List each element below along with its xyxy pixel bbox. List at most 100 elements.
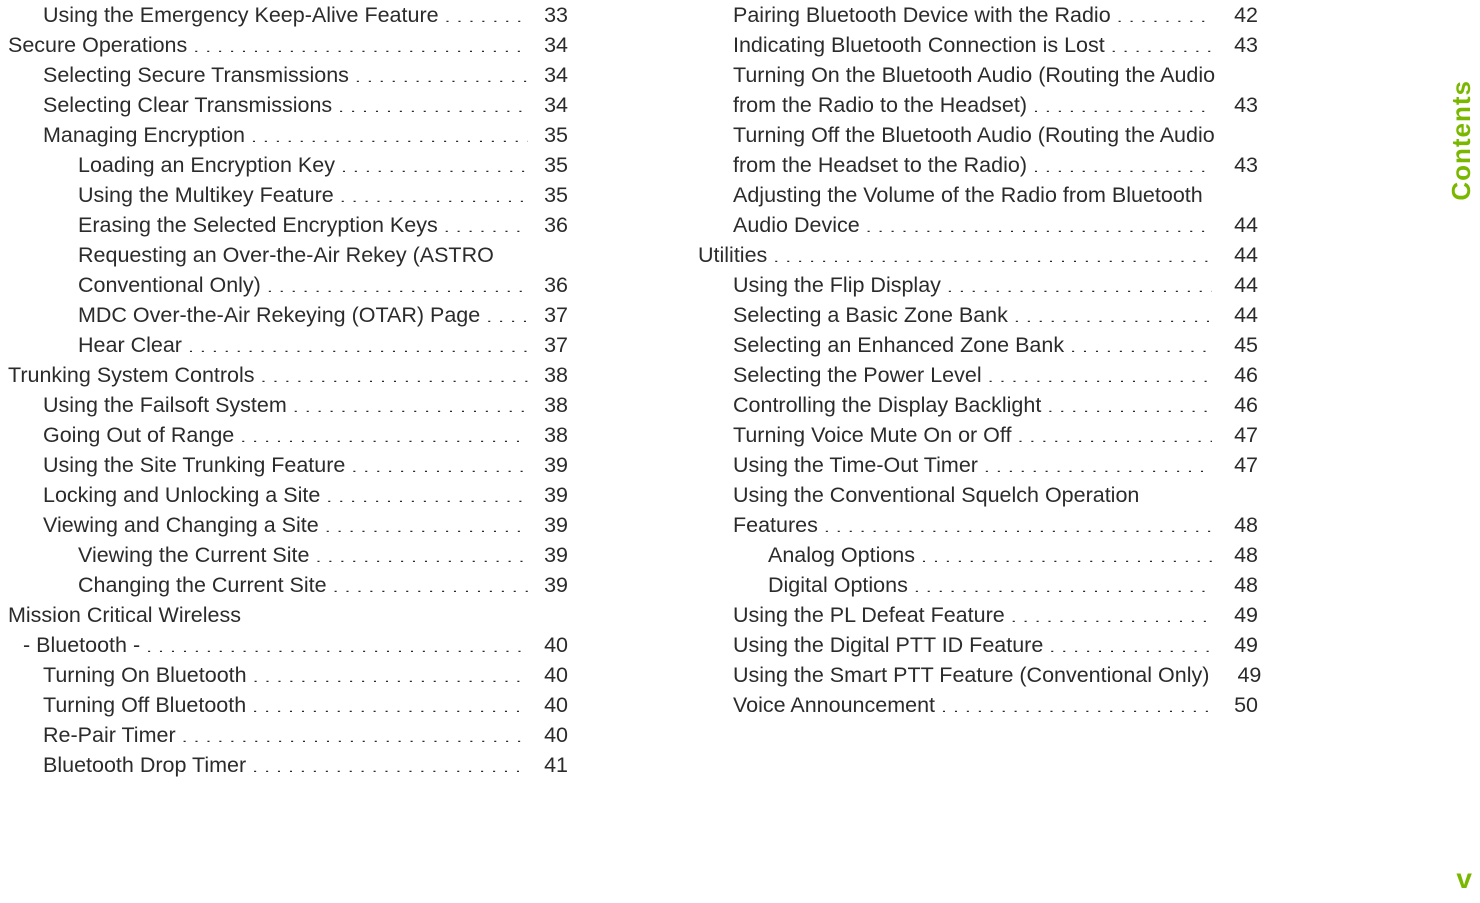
toc-column-left: Using the Emergency Keep-Alive Feature 3… [8, 0, 648, 780]
toc-entry: Viewing and Changing a Site 39 [8, 510, 568, 540]
toc-leader-dots [315, 541, 528, 563]
toc-entry-page: 42 [1218, 0, 1258, 30]
toc-leader-dots [773, 241, 1212, 263]
toc-entry: Using the Failsoft System 38 [8, 390, 568, 420]
toc-entry-page: 36 [534, 270, 568, 300]
toc-entry: Using the Digital PTT ID Feature 49 [698, 630, 1258, 660]
toc-leader-dots [1033, 91, 1212, 113]
toc-entry-title: Utilities [698, 240, 767, 270]
toc-leader-dots [293, 391, 528, 413]
toc-entry: Selecting the Power Level 46 [698, 360, 1258, 390]
toc-entry-title: Viewing the Current Site [78, 540, 309, 570]
toc-leader-dots [193, 31, 528, 53]
toc-entry-page: 46 [1218, 390, 1258, 420]
toc-entry: Using the Smart PTT Feature (Conventiona… [698, 660, 1258, 690]
toc-entry: Loading an Encryption Key 35 [8, 150, 568, 180]
toc-leader-dots [1033, 151, 1212, 173]
toc-entry-title: Requesting an Over-the-Air Rekey (ASTRO [78, 243, 494, 267]
toc-entry: Secure Operations 34 [8, 30, 568, 60]
toc-entry-page: 48 [1218, 510, 1258, 540]
toc-entry-title: Using the Multikey Feature [78, 180, 334, 210]
toc-entry-page: 48 [1218, 540, 1258, 570]
toc-leader-dots [240, 421, 528, 443]
toc-entry-title: Voice Announcement [733, 690, 935, 720]
toc-entry-page: 40 [534, 720, 568, 750]
toc-entry-title: Using the Emergency Keep-Alive Feature [43, 0, 439, 30]
toc-entry: Managing Encryption 35 [8, 120, 568, 150]
toc-entry-title: Analog Options [768, 540, 915, 570]
toc-entry-title: Using the Failsoft System [43, 390, 287, 420]
toc-entry: Re-Pair Timer 40 [8, 720, 568, 750]
page-number: v [1456, 863, 1472, 895]
toc-entry-title: Using the Flip Display [733, 270, 941, 300]
toc-column-right: Pairing Bluetooth Device with the Radio … [698, 0, 1338, 780]
toc-entry-title: Conventional Only) [78, 270, 261, 300]
toc-entry-title: Features [733, 510, 818, 540]
toc-entry: Changing the Current Site 39 [8, 570, 568, 600]
toc-entry: Going Out of Range 38 [8, 420, 568, 450]
toc-entry: Using the Time-Out Timer 47 [698, 450, 1258, 480]
toc-entry-title: Using the Site Trunking Feature [43, 450, 345, 480]
toc-entry-title: Managing Encryption [43, 120, 245, 150]
toc-entry-title: Turning Off Bluetooth [43, 690, 246, 720]
toc-wrap-line: Mission Critical Wireless [8, 600, 568, 630]
toc-entry-title: Turning On Bluetooth [43, 660, 247, 690]
toc-entry-page: 37 [534, 300, 568, 330]
toc-entry: Voice Announcement 50 [698, 690, 1258, 720]
toc-entry: Indicating Bluetooth Connection is Lost … [698, 30, 1258, 60]
toc-wrap-line: Turning On the Bluetooth Audio (Routing … [698, 60, 1258, 90]
toc-leader-dots [921, 541, 1212, 563]
toc-entry-title: Adjusting the Volume of the Radio from B… [733, 183, 1203, 207]
side-tab: Contents [1438, 0, 1480, 903]
toc-entry: Selecting Secure Transmissions 34 [8, 60, 568, 90]
toc-entry-page: 39 [534, 480, 568, 510]
toc-leader-dots [326, 481, 528, 503]
toc-entry: from the Radio to the Headset) 43 [698, 90, 1258, 120]
toc-entry-title: MDC Over-the-Air Rekeying (OTAR) Page [78, 300, 480, 330]
toc-entry-page: 46 [1218, 360, 1258, 390]
toc-leader-dots [1049, 631, 1212, 653]
toc-entry-page: 39 [534, 510, 568, 540]
toc-leader-dots [261, 361, 528, 383]
toc-entry-page: 44 [1218, 240, 1258, 270]
toc-entry: Utilities 44 [698, 240, 1258, 270]
toc-leader-dots [338, 91, 528, 113]
toc-leader-dots [182, 721, 528, 743]
toc-entry-page: 49 [1218, 630, 1258, 660]
toc-entry-title: Turning Off the Bluetooth Audio (Routing… [733, 123, 1215, 147]
toc-entry-page: 39 [534, 450, 568, 480]
toc-leader-dots [252, 751, 528, 773]
toc-leader-dots [1011, 601, 1212, 623]
toc-leader-dots [941, 691, 1212, 713]
toc-entry: Hear Clear 37 [8, 330, 568, 360]
toc-entry-title: Using the Smart PTT Feature (Conventiona… [733, 660, 1209, 690]
toc-entry: Selecting Clear Transmissions 34 [8, 90, 568, 120]
toc-entry: Using the PL Defeat Feature 49 [698, 600, 1258, 630]
toc-entry-page: 39 [534, 570, 568, 600]
toc-leader-dots [1117, 1, 1212, 23]
toc-entry-page: 36 [534, 210, 568, 240]
toc-entry: MDC Over-the-Air Rekeying (OTAR) Page 37 [8, 300, 568, 330]
toc-wrap-line: Adjusting the Volume of the Radio from B… [698, 180, 1258, 210]
toc-columns: Using the Emergency Keep-Alive Feature 3… [0, 0, 1480, 780]
toc-entry-title: Digital Options [768, 570, 908, 600]
side-tab-label: Contents [1446, 80, 1477, 201]
toc-entry-page: 38 [534, 390, 568, 420]
toc-entry-page: 34 [534, 60, 568, 90]
toc-entry-page: 44 [1218, 300, 1258, 330]
toc-entry-title: Selecting an Enhanced Zone Bank [733, 330, 1064, 360]
toc-entry-page: 38 [534, 420, 568, 450]
toc-leader-dots [866, 211, 1212, 233]
toc-entry-title: Selecting Clear Transmissions [43, 90, 332, 120]
toc-entry-title: Using the PL Defeat Feature [733, 600, 1005, 630]
toc-entry-page: 37 [534, 330, 568, 360]
toc-entry: Features 48 [698, 510, 1258, 540]
toc-entry: Controlling the Display Backlight 46 [698, 390, 1258, 420]
toc-entry: from the Headset to the Radio) 43 [698, 150, 1258, 180]
toc-wrap-line: Using the Conventional Squelch Operation [698, 480, 1258, 510]
toc-entry: Analog Options 48 [698, 540, 1258, 570]
toc-entry-title: Audio Device [733, 210, 860, 240]
toc-entry-page: 47 [1218, 420, 1258, 450]
toc-entry-page: 50 [1218, 690, 1258, 720]
toc-entry-title: Mission Critical Wireless [8, 603, 241, 627]
